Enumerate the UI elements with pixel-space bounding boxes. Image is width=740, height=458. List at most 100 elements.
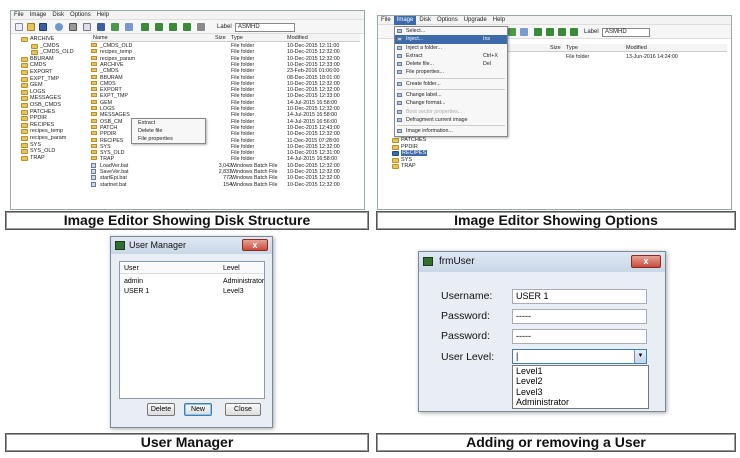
tree-item[interactable]: ARCHIVE: [21, 36, 91, 43]
table-row[interactable]: BBURAM File folder 08-Dec-2015 18:01:00: [91, 74, 360, 81]
table-row[interactable]: admin Administrator: [120, 278, 264, 287]
tree-item[interactable]: TRAP: [21, 155, 91, 162]
option-level3[interactable]: Level3: [513, 387, 648, 397]
table-row[interactable]: LoadVer.bat 3,042 Windows Batch File 10-Dec…: [91, 162, 360, 169]
refresh-icon[interactable]: [55, 23, 63, 31]
menu-item[interactable]: Image information...: [395, 127, 507, 135]
col-modified[interactable]: Modified: [287, 34, 308, 42]
sort-desc-icon[interactable]: [155, 23, 163, 31]
menu2-options[interactable]: Options: [434, 16, 461, 25]
label-input-2[interactable]: ASMHD: [602, 28, 650, 37]
tree-item[interactable]: _CMDS_OLD: [31, 49, 91, 56]
username-field[interactable]: USER 1: [512, 289, 647, 304]
menu-item[interactable]: Extract Ctrl+X: [395, 52, 507, 60]
chevron-down-icon[interactable]: ▼: [634, 350, 646, 363]
tree-item[interactable]: PPDIR: [21, 115, 91, 122]
tree-item[interactable]: recipes_temp: [21, 128, 91, 135]
tree2-item-selected[interactable]: RECIPES: [392, 150, 452, 157]
table-row[interactable]: GEM File folder 14-Jul-2015 16:58:00: [91, 99, 360, 106]
menu-item[interactable]: Defragment current image: [395, 116, 507, 124]
tree-item[interactable]: BBURAM: [21, 56, 91, 63]
menu-options[interactable]: Options: [67, 11, 94, 20]
label-input[interactable]: ASMHD: [235, 23, 295, 32]
menu2-file[interactable]: File: [378, 16, 394, 25]
sort-date-icon-2[interactable]: [570, 28, 578, 36]
delete-button[interactable]: Delete: [147, 403, 175, 416]
table-row[interactable]: recipes_param File folder 10-Dec-2015 12:3…: [91, 55, 360, 62]
tree2-item[interactable]: SYS: [392, 157, 452, 164]
table-row[interactable]: CMDS File folder 10-Dec-2015 12:32:00: [91, 80, 360, 87]
menu-item[interactable]: Change format...: [395, 99, 507, 107]
col-size[interactable]: Size: [215, 34, 226, 42]
new-button[interactable]: New: [184, 403, 212, 416]
sort-size-icon-2[interactable]: [558, 28, 566, 36]
col-modified-2[interactable]: Modified: [626, 44, 647, 52]
check-icon[interactable]: [111, 23, 119, 31]
sort-date-icon[interactable]: [183, 23, 191, 31]
option-level1[interactable]: Level1: [513, 366, 648, 376]
col-name[interactable]: Name: [93, 34, 108, 42]
confirm-password-field[interactable]: -----: [512, 329, 647, 344]
sort-desc-icon-2[interactable]: [546, 28, 554, 36]
close-icon[interactable]: x: [631, 255, 661, 268]
save-icon[interactable]: [39, 23, 47, 31]
menu-image[interactable]: Image: [27, 11, 50, 20]
table-row[interactable]: _CMDS File folder 23-Feb-2016 01:06:00: [91, 68, 360, 74]
menu-disk[interactable]: Disk: [49, 11, 67, 20]
table-row[interactable]: startEpi.bat 772 Windows Batch File 10-Dec-…: [91, 175, 360, 181]
option-administrator[interactable]: Administrator: [513, 397, 648, 407]
tree-item[interactable]: GEM: [21, 82, 91, 89]
sort-asc-icon-2[interactable]: [534, 28, 542, 36]
table-row[interactable]: LOGS File folder 10-Dec-2015 12:32:00: [91, 106, 360, 112]
ctx-delete-file[interactable]: Delete file: [132, 127, 205, 135]
check-icon-2[interactable]: [508, 28, 516, 36]
tree2-item[interactable]: TRAP: [392, 163, 452, 170]
menu-item[interactable]: Create folder...: [395, 80, 507, 88]
menu2-help[interactable]: Help: [490, 16, 508, 25]
option-level2[interactable]: Level2: [513, 376, 648, 386]
col-type-2[interactable]: Type: [566, 44, 578, 52]
new-image-icon[interactable]: [15, 23, 23, 31]
table-row[interactable]: startnet.bat 154 Windows Batch File 10-Dec-…: [91, 181, 360, 188]
tree2-item[interactable]: PATCHES: [392, 137, 452, 144]
tree-item[interactable]: RECIPES: [21, 122, 91, 129]
tree2-item[interactable]: PPDIR: [392, 144, 452, 151]
import-icon-2[interactable]: [520, 28, 528, 36]
tree-item[interactable]: MESSAGES: [21, 95, 91, 102]
tree-item[interactable]: PATCHES: [21, 109, 91, 116]
menu2-disk[interactable]: Disk: [416, 16, 434, 25]
close-icon[interactable]: x: [242, 239, 268, 251]
table-row[interactable]: SaveVer.bat 2,831 Windows Batch File 10-Dec…: [91, 169, 360, 175]
sort-asc-icon[interactable]: [141, 23, 149, 31]
drive-save-icon[interactable]: [97, 23, 105, 31]
menu-file[interactable]: File: [11, 11, 27, 20]
menu-item[interactable]: Inject a folder...: [395, 44, 507, 52]
menu-item[interactable]: Boot sector properties...: [395, 108, 507, 116]
menu-item[interactable]: Select...: [395, 27, 507, 35]
table-row[interactable]: File folder 13-Jun-2016 14:24:00: [490, 54, 727, 60]
drive-icon[interactable]: [69, 23, 77, 31]
open-folder-icon[interactable]: [27, 23, 35, 31]
password-field[interactable]: -----: [512, 309, 647, 324]
tree-item[interactable]: OSB_CMDS: [21, 102, 91, 109]
table-row[interactable]: ARCHIVE File folder 10-Dec-2015 12:33:00: [91, 61, 360, 68]
copy-icon[interactable]: [83, 23, 91, 31]
menu2-upgrade[interactable]: Upgrade: [461, 16, 490, 25]
tree-item[interactable]: SYS: [21, 142, 91, 149]
user-level-select[interactable]: | ▼: [512, 349, 647, 364]
table-row[interactable]: SYS File folder 10-Dec-2015 12:32:00: [91, 143, 360, 150]
table-row[interactable]: EXPORT File folder 10-Dec-2015 12:32:00: [91, 87, 360, 93]
menu2-image[interactable]: Image: [393, 16, 417, 25]
tree-item[interactable]: _CMDS: [31, 43, 91, 50]
grid-icon[interactable]: [197, 23, 205, 31]
menu-item[interactable]: Change label...: [395, 91, 507, 99]
tree-item[interactable]: LOGS: [21, 89, 91, 96]
table-row[interactable]: _CMDS_OLD File folder 10-Dec-2015 12:11:00: [91, 43, 360, 49]
table-row[interactable]: USER 1 Level3: [120, 288, 264, 297]
tree-item[interactable]: CMDS: [21, 62, 91, 69]
tree-item[interactable]: EXPORT: [21, 69, 91, 76]
menu-item[interactable]: File properties...: [395, 68, 507, 76]
col-type[interactable]: Type: [231, 34, 243, 42]
menu-help[interactable]: Help: [94, 11, 112, 20]
table-row[interactable]: SYS_OLD File folder 10-Dec-2015 12:31:00: [91, 150, 360, 156]
